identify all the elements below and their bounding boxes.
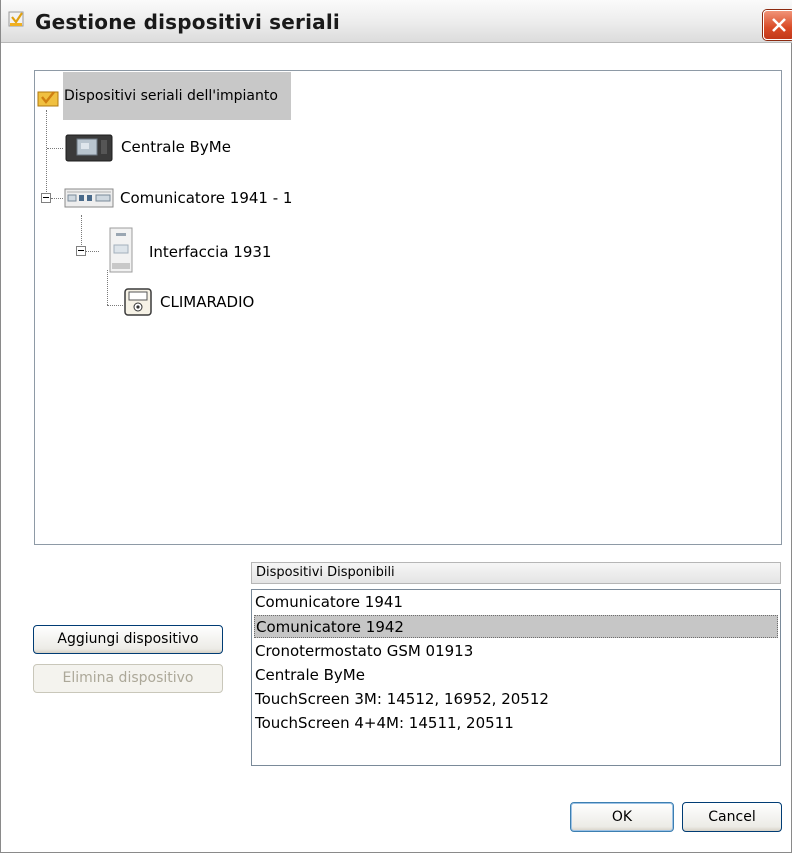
available-devices-list[interactable]: Comunicatore 1941 Comunicatore 1942 Cron…	[251, 589, 781, 766]
climaradio-icon	[124, 288, 152, 316]
tree-connector	[46, 110, 47, 200]
folder-check-icon	[37, 91, 59, 107]
delete-device-button[interactable]: Elimina dispositivo	[33, 664, 223, 693]
close-button[interactable]	[763, 10, 792, 40]
tree-node-label[interactable]: Comunicatore 1941 - 1	[120, 189, 292, 207]
list-item-selected[interactable]: Comunicatore 1942	[254, 615, 778, 638]
list-item[interactable]: TouchScreen 4+4M: 14511, 20511	[254, 712, 778, 735]
tree-connector	[107, 305, 123, 306]
title-bar[interactable]: Gestione dispositivi seriali	[1, 0, 792, 43]
cancel-button[interactable]: Cancel	[682, 802, 782, 832]
collapse-toggle-interfaccia[interactable]	[76, 246, 86, 256]
tree-node-label[interactable]: Interfaccia 1931	[149, 243, 271, 261]
communicator-device-icon	[64, 188, 114, 208]
tree-connector	[81, 215, 82, 245]
tree-node-label[interactable]: CLIMARADIO	[160, 293, 254, 311]
window-title: Gestione dispositivi seriali	[35, 10, 340, 34]
list-item[interactable]: TouchScreen 3M: 14512, 16952, 20512	[254, 688, 778, 711]
tree-connector	[85, 251, 99, 252]
list-item[interactable]: Centrale ByMe	[254, 664, 778, 687]
list-item[interactable]: Comunicatore 1941	[254, 591, 778, 614]
interface-module-icon	[109, 227, 133, 273]
close-x-icon	[772, 18, 786, 32]
list-item[interactable]: Cronotermostato GSM 01913	[254, 640, 778, 663]
tree-connector	[51, 198, 63, 199]
available-devices-header: Dispositivi Disponibili	[251, 562, 781, 584]
add-device-button[interactable]: Aggiungi dispositivo	[33, 625, 223, 654]
tree-root-label[interactable]: Dispositivi seriali dell'impianto	[64, 88, 278, 104]
collapse-toggle-comunicatore[interactable]	[41, 193, 51, 203]
central-unit-icon	[65, 134, 113, 162]
tree-node-label[interactable]: Centrale ByMe	[121, 138, 231, 156]
tree-connector	[107, 270, 108, 305]
dialog-window: Gestione dispositivi seriali Dispositivi…	[0, 0, 792, 853]
app-icon	[8, 11, 24, 27]
tree-connector	[47, 148, 63, 149]
ok-button[interactable]: OK	[570, 802, 674, 832]
